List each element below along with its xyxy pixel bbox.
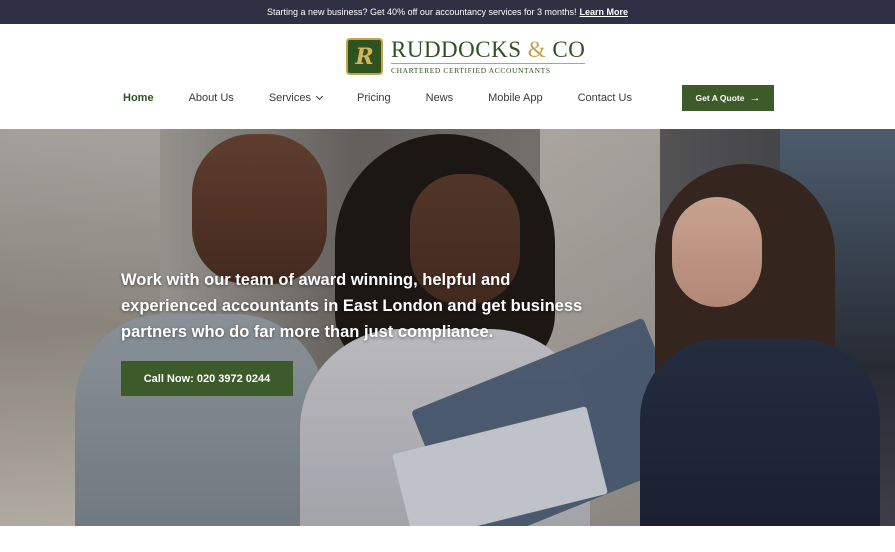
hero-headline: Work with our team of award winning, hel… — [121, 271, 583, 341]
get-a-quote-label: Get A Quote — [695, 93, 745, 103]
logo[interactable]: R RUDDOCKS & CO CHARTERED CERTIFIED ACCO… — [346, 38, 586, 75]
main-nav: Home About Us Services Pricing News Mobi… — [123, 91, 667, 105]
nav-item-label: Contact Us — [577, 92, 632, 104]
nav-item-label: News — [425, 92, 454, 104]
logo-name-part1: RUDDOCKS — [391, 37, 522, 62]
logo-name-amp: & — [527, 37, 547, 62]
nav-item-news[interactable]: News — [426, 92, 454, 104]
nav-item-contact-us[interactable]: Contact Us — [578, 92, 632, 104]
nav-item-mobile-app[interactable]: Mobile App — [488, 92, 542, 104]
nav-item-services[interactable]: Services — [268, 92, 324, 104]
learn-more-link[interactable]: Learn More — [579, 7, 628, 17]
nav-item-pricing[interactable]: Pricing — [357, 92, 391, 104]
logo-name: RUDDOCKS & CO — [391, 38, 585, 62]
site-header: R RUDDOCKS & CO CHARTERED CERTIFIED ACCO… — [0, 24, 895, 129]
arrow-right-icon: → — [749, 92, 761, 104]
get-a-quote-button[interactable]: Get A Quote → — [682, 85, 774, 111]
below-hero-area — [0, 526, 895, 552]
logo-name-part2: CO — [552, 37, 586, 62]
nav-item-label: About Us — [188, 92, 234, 104]
logo-text: RUDDOCKS & CO CHARTERED CERTIFIED ACCOUN… — [391, 38, 586, 75]
nav-item-label: Pricing — [357, 92, 391, 104]
nav-item-home[interactable]: Home — [123, 92, 154, 104]
hero-section: Work with our team of award winning, hel… — [0, 129, 895, 526]
nav-item-about-us[interactable]: About Us — [189, 92, 234, 104]
logo-mark-icon: R — [346, 38, 383, 75]
logo-tagline: CHARTERED CERTIFIED ACCOUNTANTS — [391, 63, 586, 75]
chevron-down-icon — [315, 92, 324, 101]
nav-item-label: Home — [123, 92, 154, 104]
nav-item-label: Mobile App — [488, 92, 543, 104]
announcement-text: Starting a new business? Get 40% off our… — [266, 7, 577, 17]
nav-item-label: Services — [268, 92, 311, 104]
announcement-bar: Starting a new business? Get 40% off our… — [0, 0, 895, 24]
logo-mark-letter: R — [355, 43, 374, 70]
call-now-button[interactable]: Call Now: 020 3972 0244 — [121, 361, 293, 396]
